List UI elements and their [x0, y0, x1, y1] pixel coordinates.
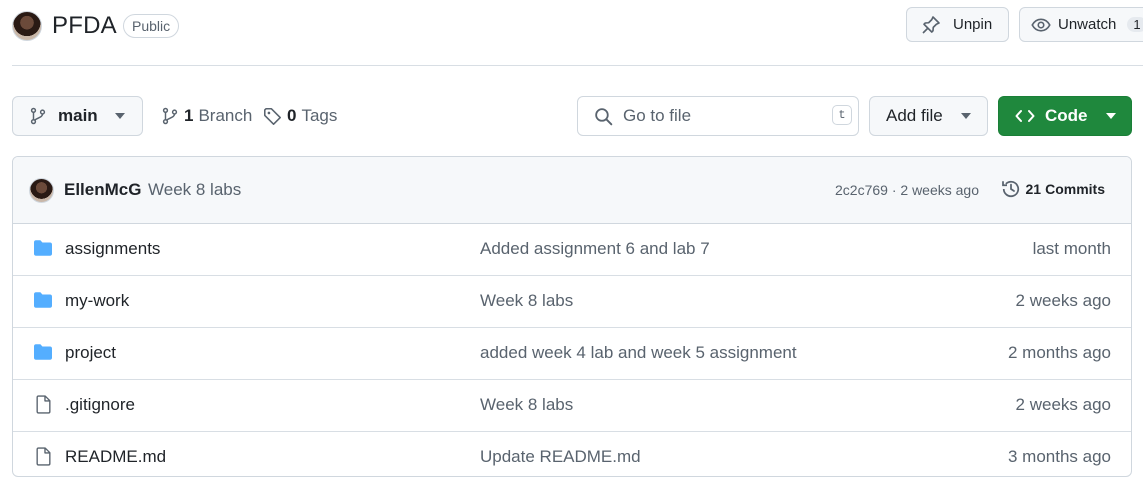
visibility-badge: Public [123, 14, 180, 38]
search-placeholder: Go to file [623, 106, 692, 125]
branch-selector[interactable]: main [12, 96, 143, 136]
table-row[interactable]: project added week 4 lab and week 5 assi… [13, 328, 1131, 380]
header-divider [12, 65, 1143, 66]
chevron-down-icon [114, 113, 125, 119]
git-branch-icon [161, 107, 179, 125]
unpin-label: Unpin [953, 16, 993, 33]
file-date: 2 weeks ago [1015, 291, 1111, 310]
file-commit-message[interactable]: Update README.md [480, 447, 641, 467]
watch-count: 1 [1127, 17, 1143, 32]
commit-hash-time[interactable]: 2c2c769 · 2 weeks ago [835, 182, 979, 198]
go-to-file-search[interactable]: Go to file t [577, 96, 859, 136]
code-button[interactable]: Code [998, 96, 1132, 136]
commits-label: Commits [1045, 181, 1105, 197]
commits-count: 21 [1025, 181, 1042, 197]
file-icon [35, 447, 52, 466]
pin-icon [921, 15, 941, 35]
file-icon [35, 395, 52, 414]
file-table: EllenMcG Week 8 labs 2c2c769 · 2 weeks a… [12, 156, 1132, 477]
code-icon [1015, 108, 1035, 124]
file-commit-message[interactable]: Week 8 labs [480, 291, 573, 311]
table-row[interactable]: README.md Update README.md 3 months ago [13, 432, 1131, 476]
file-name[interactable]: project [65, 343, 116, 363]
eye-icon [1031, 15, 1051, 35]
table-row[interactable]: .gitignore Week 8 labs 2 weeks ago [13, 380, 1131, 432]
file-commit-message[interactable]: Added assignment 6 and lab 7 [480, 239, 710, 259]
commit-author[interactable]: EllenMcG [64, 180, 141, 200]
commit-author-avatar[interactable] [29, 178, 54, 203]
tag-icon [263, 107, 282, 126]
file-date: 2 months ago [1007, 343, 1111, 362]
commit-message[interactable]: Week 8 labs [148, 180, 241, 200]
history-icon [1001, 179, 1021, 199]
repo-name[interactable]: PFDA [52, 12, 117, 40]
unwatch-label: Unwatch [1058, 16, 1117, 33]
repo-owner-avatar[interactable] [12, 11, 42, 41]
git-branch-icon [29, 107, 47, 125]
file-name[interactable]: .gitignore [65, 395, 135, 415]
folder-icon [33, 239, 53, 257]
folder-icon [33, 343, 53, 361]
table-row[interactable]: my-work Week 8 labs 2 weeks ago [13, 276, 1131, 328]
branches-link[interactable]: 1 Branch [161, 106, 252, 126]
tags-link[interactable]: 0 Tags [263, 106, 337, 126]
chevron-down-icon [960, 113, 971, 119]
branch-label: Branch [198, 106, 253, 125]
file-commit-message[interactable]: Week 8 labs [480, 395, 573, 415]
unpin-button[interactable]: Unpin [906, 7, 1009, 42]
latest-commit-bar: EllenMcG Week 8 labs 2c2c769 · 2 weeks a… [13, 157, 1131, 224]
file-date: 3 months ago [1007, 447, 1111, 466]
file-commit-message[interactable]: added week 4 lab and week 5 assignment [480, 343, 797, 363]
file-date: 2 weeks ago [1015, 395, 1111, 414]
commits-link[interactable]: 21 Commits [1001, 179, 1105, 199]
search-shortcut-key: t [832, 105, 852, 125]
tag-label: Tags [301, 106, 338, 125]
add-file-label: Add file [886, 106, 943, 125]
chevron-down-icon [1105, 113, 1116, 119]
add-file-button[interactable]: Add file [869, 96, 988, 136]
unwatch-button[interactable]: Unwatch 1 [1019, 7, 1143, 42]
tag-count: 0 [287, 106, 297, 125]
table-row[interactable]: assignments Added assignment 6 and lab 7… [13, 224, 1131, 276]
code-label: Code [1045, 106, 1088, 125]
file-name[interactable]: README.md [65, 447, 166, 467]
branch-count: 1 [184, 106, 194, 125]
file-name[interactable]: my-work [65, 291, 129, 311]
folder-icon [33, 291, 53, 309]
branch-name: main [58, 106, 98, 125]
search-icon [594, 107, 613, 126]
file-date: last month [1032, 239, 1111, 258]
file-name[interactable]: assignments [65, 239, 160, 259]
